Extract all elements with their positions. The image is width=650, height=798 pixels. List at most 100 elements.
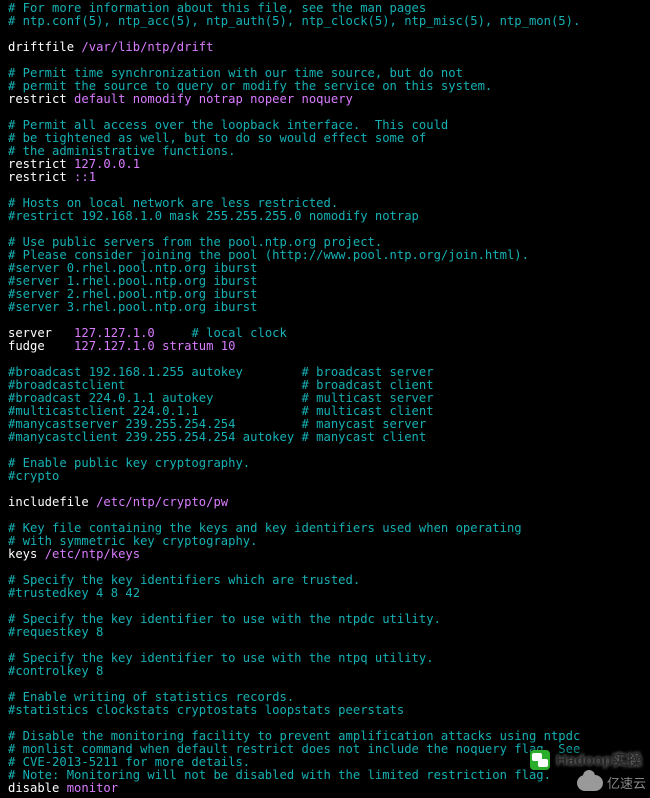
directive-value: /var/lib/ntp/drift xyxy=(81,40,213,54)
config-line: # CVE-2013-5211 for more details. xyxy=(8,755,250,769)
config-line: #requestkey 8 xyxy=(8,625,103,639)
config-line: # permit the source to query or modify t… xyxy=(8,79,492,93)
comment-text: #crypto xyxy=(8,469,59,483)
directive-keyword: driftfile xyxy=(8,40,74,54)
comment-text: # Note: Monitoring will not be disabled … xyxy=(8,768,551,782)
directive-keyword: fudge xyxy=(8,339,59,353)
config-line: #server 3.rhel.pool.ntp.org iburst xyxy=(8,300,257,314)
directive-keyword: restrict xyxy=(8,92,67,106)
comment-text: #broadcast 192.168.1.255 autokey # broad… xyxy=(8,365,434,379)
comment-text: # Specify the key identifier to use with… xyxy=(8,651,434,665)
config-file-content: # For more information about this file, … xyxy=(0,0,650,798)
comment-text: # Specify the key identifier to use with… xyxy=(8,612,441,626)
comment-text: #server 0.rhel.pool.ntp.org iburst xyxy=(8,261,257,275)
comment-text: # For more information about this file, … xyxy=(8,1,426,15)
comment-text: # with symmetric key cryptography. xyxy=(8,534,257,548)
config-line: # Key file containing the keys and key i… xyxy=(8,521,522,535)
config-line: #broadcast 224.0.1.1 autokey # multicast… xyxy=(8,391,434,405)
comment-text: #server 2.rhel.pool.ntp.org iburst xyxy=(8,287,257,301)
comment-text: # permit the source to query or modify t… xyxy=(8,79,492,93)
directive-keyword: includefile xyxy=(8,495,89,509)
comment-text: #server 1.rhel.pool.ntp.org iburst xyxy=(8,274,257,288)
directive-keyword: restrict xyxy=(8,170,67,184)
config-line: #trustedkey 4 8 42 xyxy=(8,586,140,600)
directive-keyword: restrict xyxy=(8,157,67,171)
config-line: # Hosts on local network are less restri… xyxy=(8,196,338,210)
directive-value: default nomodify notrap nopeer noquery xyxy=(74,92,353,106)
directive-value: 127.127.1.0 xyxy=(67,326,184,340)
config-line: #manycastserver 239.255.254.254 # manyca… xyxy=(8,417,426,431)
config-line: # Permit time synchronization with our t… xyxy=(8,66,463,80)
config-line: # with symmetric key cryptography. xyxy=(8,534,257,548)
directive-value: ::1 xyxy=(74,170,96,184)
comment-text: #statistics clockstats cryptostats loops… xyxy=(8,703,404,717)
config-line: # Permit all access over the loopback in… xyxy=(8,118,448,132)
config-line: #server 1.rhel.pool.ntp.org iburst xyxy=(8,274,257,288)
directive-value: /etc/ntp/crypto/pw xyxy=(96,495,228,509)
directive-value: monitor xyxy=(67,781,118,795)
config-line: keys /etc/ntp/keys xyxy=(8,547,140,561)
config-line: # Note: Monitoring will not be disabled … xyxy=(8,768,551,782)
config-line: restrict ::1 xyxy=(8,170,96,184)
comment-text: # CVE-2013-5211 for more details. xyxy=(8,755,250,769)
comment-text: #broadcast 224.0.1.1 autokey # multicast… xyxy=(8,391,434,405)
directive-value: 127.0.0.1 xyxy=(74,157,140,171)
config-line: includefile /etc/ntp/crypto/pw xyxy=(8,495,228,509)
comment-text: #server 3.rhel.pool.ntp.org iburst xyxy=(8,300,257,314)
config-line: # Use public servers from the pool.ntp.o… xyxy=(8,235,382,249)
comment-text: # Permit time synchronization with our t… xyxy=(8,66,463,80)
directive-keyword: disable xyxy=(8,781,59,795)
config-line: # monlist command when default restrict … xyxy=(8,742,580,756)
comment-text: #manycastclient 239.255.254.254 autokey … xyxy=(8,430,426,444)
config-line: fudge 127.127.1.0 stratum 10 xyxy=(8,339,235,353)
comment-text: # Key file containing the keys and key i… xyxy=(8,521,522,535)
config-line: #broadcast 192.168.1.255 autokey # broad… xyxy=(8,365,434,379)
comment-text: #manycastserver 239.255.254.254 # manyca… xyxy=(8,417,426,431)
config-line: #manycastclient 239.255.254.254 autokey … xyxy=(8,430,426,444)
config-line: # Please consider joining the pool (http… xyxy=(8,248,529,262)
comment-text: # ntp.conf(5), ntp_acc(5), ntp_auth(5), … xyxy=(8,14,580,28)
config-line: #server 2.rhel.pool.ntp.org iburst xyxy=(8,287,257,301)
directive-keyword: server xyxy=(8,326,59,340)
comment-text: # be tightened as well, but to do so wou… xyxy=(8,131,426,145)
config-line: restrict default nomodify notrap nopeer … xyxy=(8,92,353,106)
config-line: #restrict 192.168.1.0 mask 255.255.255.0… xyxy=(8,209,419,223)
comment-text: #multicastclient 224.0.1.1 # multicast c… xyxy=(8,404,434,418)
config-line: # the administrative functions. xyxy=(8,144,235,158)
comment-text: # Disable the monitoring facility to pre… xyxy=(8,729,580,743)
config-line: #controlkey 8 xyxy=(8,664,103,678)
comment-text: # monlist command when default restrict … xyxy=(8,742,580,756)
config-line: # be tightened as well, but to do so wou… xyxy=(8,131,426,145)
config-line: # For more information about this file, … xyxy=(8,1,426,15)
config-line: #crypto xyxy=(8,469,59,483)
directive-keyword: keys xyxy=(8,547,37,561)
comment-text: #controlkey 8 xyxy=(8,664,103,678)
config-line: server 127.127.1.0 # local clock xyxy=(8,326,287,340)
comment-text: #restrict 192.168.1.0 mask 255.255.255.0… xyxy=(8,209,419,223)
directive-value: 127.127.1.0 stratum 10 xyxy=(67,339,236,353)
comment-text: # the administrative functions. xyxy=(8,144,235,158)
comment-text: # Permit all access over the loopback in… xyxy=(8,118,448,132)
comment-text: #requestkey 8 xyxy=(8,625,103,639)
trailing-comment: # local clock xyxy=(184,326,287,340)
comment-text: #trustedkey 4 8 42 xyxy=(8,586,140,600)
config-line: # Specify the key identifier to use with… xyxy=(8,651,434,665)
config-line: disable monitor xyxy=(8,781,118,795)
config-line: driftfile /var/lib/ntp/drift xyxy=(8,40,213,54)
directive-value: /etc/ntp/keys xyxy=(45,547,140,561)
config-line: # Enable writing of statistics records. xyxy=(8,690,294,704)
comment-text: # Please consider joining the pool (http… xyxy=(8,248,529,262)
config-line: #server 0.rhel.pool.ntp.org iburst xyxy=(8,261,257,275)
comment-text: # Hosts on local network are less restri… xyxy=(8,196,338,210)
config-line: #statistics clockstats cryptostats loops… xyxy=(8,703,404,717)
config-line: restrict 127.0.0.1 xyxy=(8,157,140,171)
config-line: # Specify the key identifier to use with… xyxy=(8,612,441,626)
config-line: #multicastclient 224.0.1.1 # multicast c… xyxy=(8,404,434,418)
comment-text: # Use public servers from the pool.ntp.o… xyxy=(8,235,382,249)
config-line: #broadcastclient # broadcast client xyxy=(8,378,434,392)
comment-text: # Enable writing of statistics records. xyxy=(8,690,294,704)
config-line: # ntp.conf(5), ntp_acc(5), ntp_auth(5), … xyxy=(8,14,580,28)
config-line: # Specify the key identifiers which are … xyxy=(8,573,360,587)
comment-text: # Specify the key identifiers which are … xyxy=(8,573,360,587)
comment-text: # Enable public key cryptography. xyxy=(8,456,250,470)
